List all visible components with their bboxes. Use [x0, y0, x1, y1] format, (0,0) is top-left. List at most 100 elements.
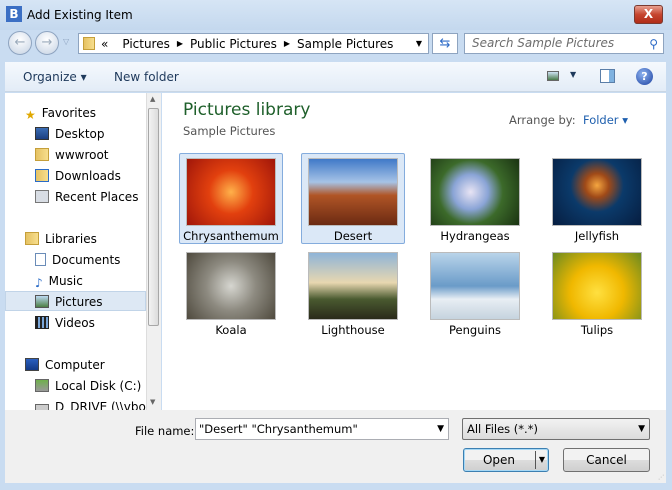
- thumbnail: [308, 158, 398, 226]
- address-dropdown-icon[interactable]: ▼: [416, 39, 422, 48]
- documents-icon: [35, 253, 46, 266]
- close-button[interactable]: X: [634, 5, 663, 24]
- app-icon: B: [6, 6, 22, 22]
- file-tile-hydrangeas[interactable]: Hydrangeas: [423, 153, 527, 244]
- star-icon: ★: [25, 108, 36, 122]
- nav-documents[interactable]: Documents: [5, 250, 146, 270]
- library-subtitle: Sample Pictures: [183, 124, 276, 138]
- folder-icon: [83, 37, 95, 50]
- nav-label: Local Disk (C:): [55, 379, 142, 393]
- thumbnail: [308, 252, 398, 320]
- breadcrumb-sample-pictures[interactable]: Sample Pictures: [297, 37, 393, 51]
- breadcrumb-public-pictures[interactable]: Public Pictures: [190, 37, 277, 51]
- search-placeholder: Search Sample Pictures: [472, 36, 615, 50]
- nav-recent-places[interactable]: Recent Places: [5, 187, 146, 207]
- nav-label: Desktop: [55, 127, 105, 141]
- drive-icon: [35, 379, 49, 392]
- computer-icon: [25, 358, 39, 371]
- videos-icon: [35, 316, 49, 329]
- pictures-icon: [35, 295, 49, 308]
- cancel-button[interactable]: Cancel: [563, 448, 650, 472]
- open-label: Open: [482, 453, 516, 467]
- refresh-button[interactable]: ⇆: [432, 33, 458, 54]
- nav-favorites[interactable]: ★ Favorites: [5, 103, 146, 123]
- thumbnail: [186, 158, 276, 226]
- file-name: Chrysanthemum: [183, 229, 279, 243]
- file-tile-tulips[interactable]: Tulips: [545, 247, 649, 338]
- nav-d-drive[interactable]: D_DRIVE (\\vboxs: [5, 397, 146, 410]
- file-tile-koala[interactable]: Koala: [179, 247, 283, 338]
- open-dropdown-icon[interactable]: ▼: [535, 451, 548, 469]
- change-view-icon[interactable]: [547, 71, 559, 81]
- chevron-right-icon[interactable]: ▶: [284, 39, 290, 48]
- folder-icon: [35, 148, 49, 161]
- nav-label: Music: [48, 274, 83, 288]
- chevron-down-icon[interactable]: ▼: [437, 419, 444, 439]
- file-name: Koala: [215, 323, 247, 337]
- preview-pane-icon[interactable]: [600, 69, 615, 83]
- address-bar[interactable]: « Pictures ▶ Public Pictures ▶ Sample Pi…: [78, 33, 429, 54]
- breadcrumb-overflow[interactable]: «: [101, 37, 108, 51]
- file-name: Penguins: [449, 323, 501, 337]
- back-button[interactable]: ←: [8, 31, 32, 55]
- thumbnail: [552, 252, 642, 320]
- resize-grip[interactable]: ⋰: [658, 474, 664, 481]
- nav-libraries[interactable]: Libraries: [5, 229, 146, 249]
- nav-label: Videos: [55, 316, 95, 330]
- forward-button[interactable]: →: [35, 31, 59, 55]
- nav-desktop[interactable]: Desktop: [5, 124, 146, 144]
- file-tile-penguins[interactable]: Penguins: [423, 247, 527, 338]
- nav-music[interactable]: ♪ Music: [5, 271, 146, 291]
- file-type-select[interactable]: All Files (*.*) ▼: [462, 418, 650, 440]
- arrange-by-label: Arrange by:: [509, 113, 576, 127]
- nav-label: Computer: [45, 358, 105, 372]
- nav-wwwroot[interactable]: wwwroot: [5, 145, 146, 165]
- nav-computer[interactable]: Computer: [5, 355, 146, 375]
- nav-label: Libraries: [45, 232, 97, 246]
- chevron-down-icon: ▼: [638, 424, 645, 434]
- libraries-icon: [25, 232, 39, 245]
- nav-local-disk[interactable]: Local Disk (C:): [5, 376, 146, 396]
- scroll-thumb[interactable]: [148, 108, 159, 326]
- nav-videos[interactable]: Videos: [5, 313, 146, 333]
- thumbnail: [430, 158, 520, 226]
- nav-label: Pictures: [55, 295, 103, 309]
- nav-pictures[interactable]: Pictures: [5, 291, 146, 311]
- downloads-icon: [35, 169, 49, 182]
- breadcrumb-pictures[interactable]: Pictures: [122, 37, 170, 51]
- navigation-pane: ★ Favorites Desktop wwwroot Downloads Rec…: [5, 93, 146, 410]
- file-tile-desert[interactable]: Desert: [301, 153, 405, 244]
- window-title: Add Existing Item: [27, 8, 133, 22]
- organize-button[interactable]: Organize ▾: [23, 70, 87, 84]
- file-name-label: File name:: [135, 424, 195, 438]
- file-name: Tulips: [580, 323, 614, 337]
- file-name: Hydrangeas: [440, 229, 510, 243]
- open-button[interactable]: Open ▼: [463, 448, 549, 472]
- library-title: Pictures library: [183, 100, 311, 120]
- search-icon[interactable]: ⚲: [649, 35, 658, 54]
- new-folder-button[interactable]: New folder: [114, 70, 179, 84]
- file-name-input[interactable]: "Desert" "Chrysanthemum" ▼: [195, 418, 449, 440]
- file-tile-lighthouse[interactable]: Lighthouse: [301, 247, 405, 338]
- view-dropdown-icon[interactable]: ▼: [570, 70, 576, 79]
- file-name: Lighthouse: [321, 323, 385, 337]
- recent-places-icon: [35, 190, 49, 203]
- nav-label: Downloads: [55, 169, 121, 183]
- file-tile-chrysanthemum[interactable]: Chrysanthemum: [179, 153, 283, 244]
- nav-downloads[interactable]: Downloads: [5, 166, 146, 186]
- scroll-down-icon[interactable]: ▼: [150, 398, 155, 406]
- thumbnail: [430, 252, 520, 320]
- file-name: Desert: [333, 229, 373, 243]
- file-name-value: "Desert" "Chrysanthemum": [199, 422, 358, 436]
- file-name: Jellyfish: [574, 229, 620, 243]
- search-input[interactable]: Search Sample Pictures ⚲: [464, 33, 664, 54]
- desktop-icon: [35, 127, 49, 140]
- nav-label: Favorites: [41, 106, 96, 120]
- help-icon[interactable]: ?: [636, 68, 653, 85]
- chevron-right-icon[interactable]: ▶: [177, 39, 183, 48]
- thumbnail: [186, 252, 276, 320]
- recent-pages-dropdown[interactable]: ▽: [63, 37, 69, 46]
- scroll-up-icon[interactable]: ▲: [150, 95, 155, 103]
- file-tile-jellyfish[interactable]: Jellyfish: [545, 153, 649, 244]
- arrange-by-dropdown[interactable]: Folder ▾: [583, 113, 628, 127]
